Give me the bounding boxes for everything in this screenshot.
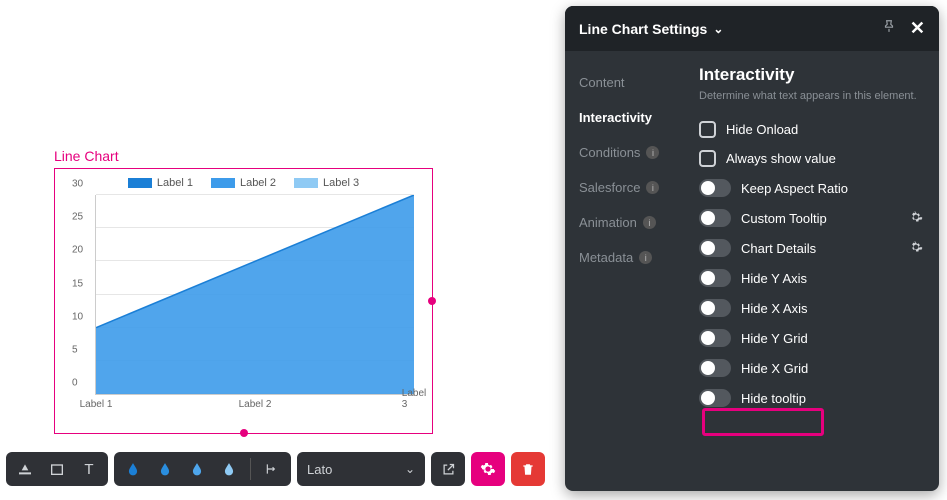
checkbox-always-show-value[interactable]	[699, 150, 716, 167]
pin-icon[interactable]	[882, 19, 896, 38]
line-chart-element[interactable]: Line Chart Label 1 Label 2 Label 3 0 5 1…	[54, 148, 433, 434]
toggle-hide-tooltip[interactable]	[699, 389, 731, 407]
panel-sidebar: Content Interactivity Conditionsi Salesf…	[565, 51, 687, 491]
toggle-hide-y-axis[interactable]	[699, 269, 731, 287]
info-icon: i	[646, 181, 659, 194]
droplet-icon[interactable]	[216, 456, 242, 482]
toggle-label: Hide tooltip	[741, 391, 806, 406]
toggle-label: Keep Aspect Ratio	[741, 181, 848, 196]
droplet-icon[interactable]	[184, 456, 210, 482]
toggle-hide-x-grid[interactable]	[699, 359, 731, 377]
close-icon[interactable]: ✕	[910, 18, 925, 39]
info-icon: i	[646, 146, 659, 159]
chart-canvas[interactable]: Label 1 Label 2 Label 3 0 5 10 15 20 25 …	[54, 168, 433, 434]
chevron-down-icon: ⌄	[713, 22, 723, 36]
panel-title-button[interactable]: Line Chart Settings ⌄	[579, 21, 723, 37]
chart-plot: 0 5 10 15 20 25 30 Label 1 Label 2 Label…	[95, 195, 414, 395]
checkbox-label: Hide Onload	[726, 122, 798, 137]
bottom-toolbar: T Lato ⌄	[6, 452, 545, 486]
chart-area-fill	[96, 195, 414, 394]
settings-panel: Line Chart Settings ⌄ ✕ Content Interact…	[565, 6, 939, 491]
toggle-label: Hide Y Grid	[741, 331, 808, 346]
open-external-icon[interactable]	[431, 452, 465, 486]
toggle-chart-details[interactable]	[699, 239, 731, 257]
sidebar-item-content[interactable]: Content	[579, 65, 687, 100]
checkbox-label: Always show value	[726, 151, 836, 166]
section-heading: Interactivity	[699, 65, 923, 85]
toggle-label: Hide X Grid	[741, 361, 808, 376]
gear-icon[interactable]	[909, 210, 923, 227]
toggle-hide-x-axis[interactable]	[699, 299, 731, 317]
chart-title: Line Chart	[54, 148, 433, 164]
droplet-icon[interactable]	[120, 456, 146, 482]
chevron-down-icon: ⌄	[405, 462, 415, 476]
sidebar-item-metadata[interactable]: Metadatai	[579, 240, 687, 275]
resize-handle-bottom[interactable]	[240, 429, 248, 437]
toggle-label: Hide Y Axis	[741, 271, 807, 286]
text-icon[interactable]: T	[76, 456, 102, 482]
panel-header: Line Chart Settings ⌄ ✕	[565, 6, 939, 51]
section-subtitle: Determine what text appears in this elem…	[699, 89, 923, 103]
toggle-label: Chart Details	[741, 241, 816, 256]
sidebar-item-animation[interactable]: Animationi	[579, 205, 687, 240]
toggle-label: Hide X Axis	[741, 301, 807, 316]
toggle-label: Custom Tooltip	[741, 211, 827, 226]
droplet-icon[interactable]	[152, 456, 178, 482]
border-icon[interactable]	[44, 456, 70, 482]
fill-color-icon[interactable]	[12, 456, 38, 482]
toggle-hide-y-grid[interactable]	[699, 329, 731, 347]
resize-handle-right[interactable]	[428, 297, 436, 305]
spacing-icon[interactable]	[259, 456, 285, 482]
delete-button[interactable]	[511, 452, 545, 486]
legend-label: Label 3	[323, 177, 359, 189]
panel-title: Line Chart Settings	[579, 21, 707, 37]
gear-icon[interactable]	[909, 240, 923, 257]
toggle-custom-tooltip[interactable]	[699, 209, 731, 227]
sidebar-item-interactivity[interactable]: Interactivity	[579, 100, 687, 135]
checkbox-hide-onload[interactable]	[699, 121, 716, 138]
font-select[interactable]: Lato ⌄	[297, 452, 425, 486]
panel-main: Interactivity Determine what text appear…	[687, 51, 939, 491]
font-select-value: Lato	[307, 462, 332, 477]
info-icon: i	[639, 251, 652, 264]
legend-label: Label 2	[240, 177, 276, 189]
sidebar-item-conditions[interactable]: Conditionsi	[579, 135, 687, 170]
toggle-keep-aspect-ratio[interactable]	[699, 179, 731, 197]
info-icon: i	[643, 216, 656, 229]
legend-label: Label 1	[157, 177, 193, 189]
sidebar-item-salesforce[interactable]: Salesforcei	[579, 170, 687, 205]
settings-button[interactable]	[471, 452, 505, 486]
chart-legend: Label 1 Label 2 Label 3	[69, 177, 418, 189]
